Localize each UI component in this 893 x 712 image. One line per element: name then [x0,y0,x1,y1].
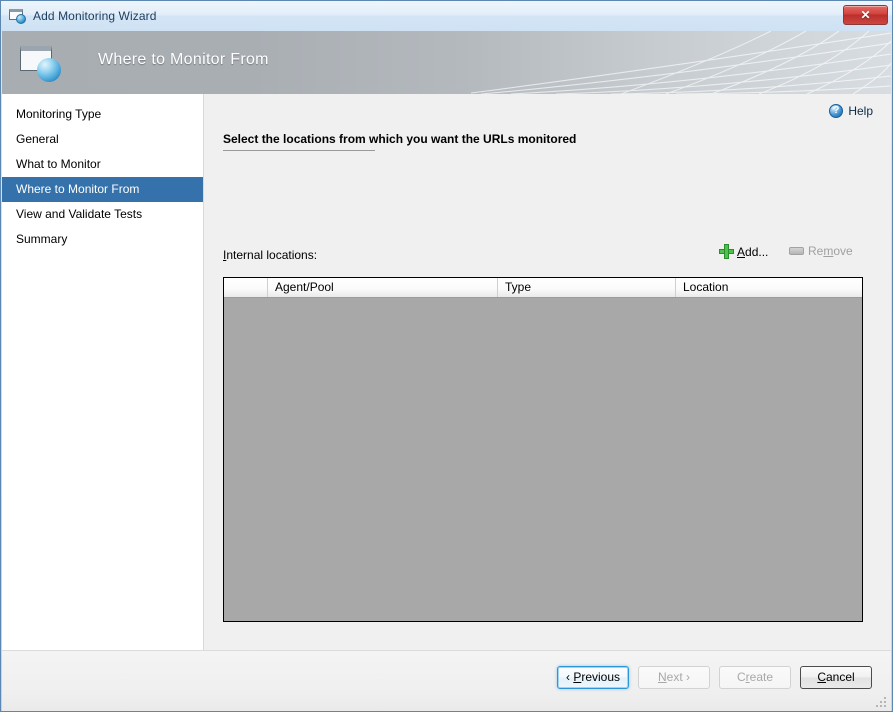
column-header-location[interactable]: Location [676,278,862,297]
wizard-window: Add Monitoring Wizard ✕ Where to Monitor… [0,0,893,712]
sidebar-item-general[interactable]: General [2,127,203,152]
remove-button-label: Remove [808,244,853,258]
banner-mesh-decoration [471,31,891,94]
table-body[interactable] [224,298,862,620]
help-label: Help [848,104,873,118]
button-label-accel: N [657,670,667,684]
column-header-agent-pool[interactable]: Agent/Pool [268,278,498,297]
internal-locations-label: Internal locations: [223,248,317,262]
sidebar-item-label: View and Validate Tests [16,207,143,221]
sidebar-item-label: Where to Monitor From [16,182,140,196]
create-button: Create [719,666,791,689]
table-header-row: Agent/Pool Type Location [224,278,862,298]
gray-minus-icon [789,247,804,255]
instruction-underline [223,150,375,151]
sidebar-item-monitoring-type[interactable]: Monitoring Type [2,102,203,127]
window-title: Add Monitoring Wizard [33,9,157,23]
button-label-rest: ext › [666,670,690,684]
previous-button[interactable]: ‹ Previous [557,666,629,689]
button-label-accel: C [817,670,826,684]
sidebar-item-label: General [16,132,59,146]
sidebar-item-summary[interactable]: Summary [2,227,203,252]
instruction-heading: Select the locations from which you want… [223,132,577,146]
sidebar-item-label: Monitoring Type [16,107,102,121]
page-title: Where to Monitor From [98,51,269,68]
remove-location-button: Remove [789,244,853,258]
body-area: Monitoring Type General What to Monitor Whe… [2,94,891,650]
close-glyph: ✕ [860,8,871,22]
title-bar: Add Monitoring Wizard ✕ [1,1,892,31]
button-label-rest: eate [749,670,774,684]
sidebar-item-label: Summary [16,232,68,246]
button-label-rest: ancel [825,670,855,684]
close-icon[interactable]: ✕ [843,5,888,25]
resize-grip[interactable] [875,696,888,709]
page-banner: Where to Monitor From [2,31,891,94]
footer-button-bar: ‹ Previous Next › Create Cancel [2,650,891,711]
add-location-button[interactable]: Add... [719,244,768,259]
button-label-rest: revious [581,670,621,684]
cancel-button[interactable]: Cancel [800,666,872,689]
green-plus-icon [719,244,734,259]
sidebar-item-view-and-validate-tests[interactable]: View and Validate Tests [2,202,203,227]
locations-label-rest: nternal locations: [226,248,318,262]
question-mark-circle-icon: ? [829,104,844,118]
add-button-label: Add... [737,244,769,259]
column-header-select[interactable] [224,278,268,297]
next-button: Next › [638,666,710,689]
sidebar-item-label: What to Monitor [16,157,101,171]
help-link[interactable]: ? Help [829,104,873,118]
internal-locations-table[interactable]: Agent/Pool Type Location [223,277,863,622]
button-label-prefix: C [736,670,746,684]
sidebar-item-what-to-monitor[interactable]: What to Monitor [2,152,203,177]
column-header-type[interactable]: Type [498,278,676,297]
wizard-step-list: Monitoring Type General What to Monitor Whe… [2,94,204,650]
wizard-window-globe-icon [9,8,27,24]
wizard-window-globe-icon [19,43,63,83]
sidebar-item-where-to-monitor-from[interactable]: Where to Monitor From [2,177,203,202]
content-pane: ? Help Select the locations from which y… [204,94,891,650]
